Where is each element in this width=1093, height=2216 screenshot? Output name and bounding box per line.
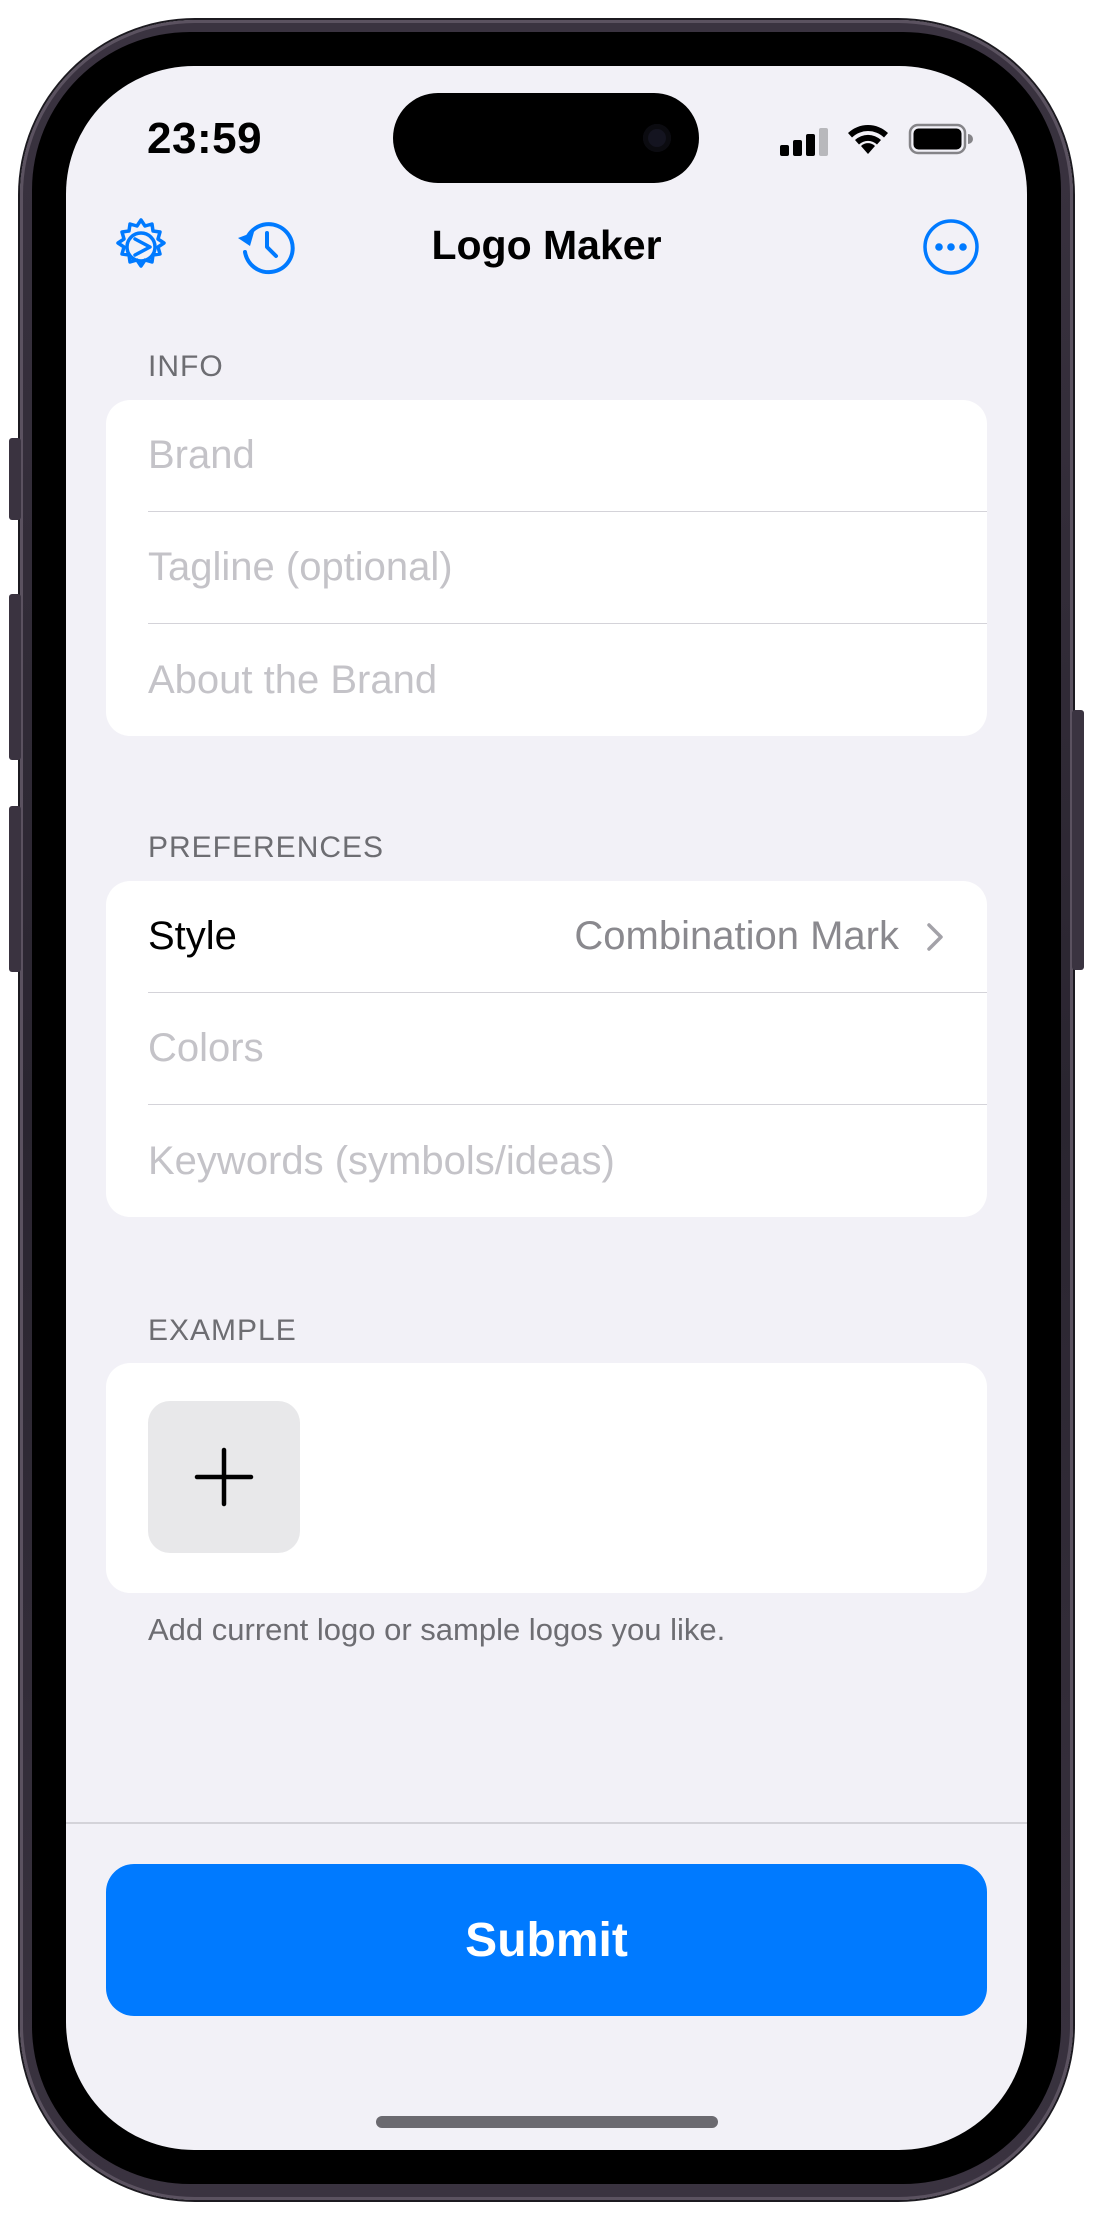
submit-button[interactable]: Submit xyxy=(106,1864,987,2016)
home-indicator[interactable] xyxy=(376,2116,718,2128)
example-footer-note: Add current logo or sample logos you lik… xyxy=(148,1612,726,1647)
about-brand-placeholder: About the Brand xyxy=(148,657,438,702)
brand-field[interactable]: Brand xyxy=(148,400,987,512)
volume-up-button xyxy=(9,594,21,760)
colors-field[interactable]: Colors xyxy=(148,993,987,1105)
chevron-right-icon xyxy=(927,922,943,951)
plus-icon xyxy=(194,1447,254,1507)
keywords-field[interactable]: Keywords (symbols/ideas) xyxy=(148,1105,987,1217)
tagline-field[interactable]: Tagline (optional) xyxy=(148,512,987,624)
example-group xyxy=(106,1363,987,1593)
status-time: 23:59 xyxy=(147,114,263,163)
volume-down-button xyxy=(9,806,21,972)
add-image-button[interactable] xyxy=(148,1401,300,1553)
tagline-placeholder: Tagline (optional) xyxy=(148,545,453,589)
info-group: Brand Tagline (optional) About the Brand xyxy=(106,400,987,736)
dynamic-island xyxy=(393,93,699,183)
style-label: Style xyxy=(148,914,237,958)
about-brand-field[interactable]: About the Brand xyxy=(148,624,987,736)
action-button xyxy=(9,438,21,520)
style-row[interactable]: Style Combination Mark xyxy=(148,881,987,993)
app-screen: 23:59 Logo Maker INFO Brand Tagline (opt… xyxy=(66,66,1027,2150)
wifi-icon xyxy=(848,125,888,154)
brand-placeholder: Brand xyxy=(148,433,255,477)
keywords-placeholder: Keywords (symbols/ideas) xyxy=(148,1138,615,1183)
page-title: Logo Maker xyxy=(431,222,662,268)
style-value: Combination Mark xyxy=(574,914,987,959)
cellular-signal-icon xyxy=(780,126,832,156)
power-button xyxy=(1072,710,1084,970)
divider xyxy=(66,1822,1027,1824)
preferences-group: Style Combination Mark Colors Keywords (… xyxy=(106,881,987,1217)
preferences-section-header: PREFERENCES xyxy=(148,831,385,864)
info-section-header: INFO xyxy=(148,350,224,383)
style-value-text: Combination Mark xyxy=(574,914,899,958)
colors-placeholder: Colors xyxy=(148,1026,264,1070)
ellipsis-circle-icon[interactable] xyxy=(920,216,982,278)
example-section-header: EXAMPLE xyxy=(148,1314,297,1347)
camera-icon xyxy=(643,124,671,152)
battery-icon xyxy=(908,123,973,155)
